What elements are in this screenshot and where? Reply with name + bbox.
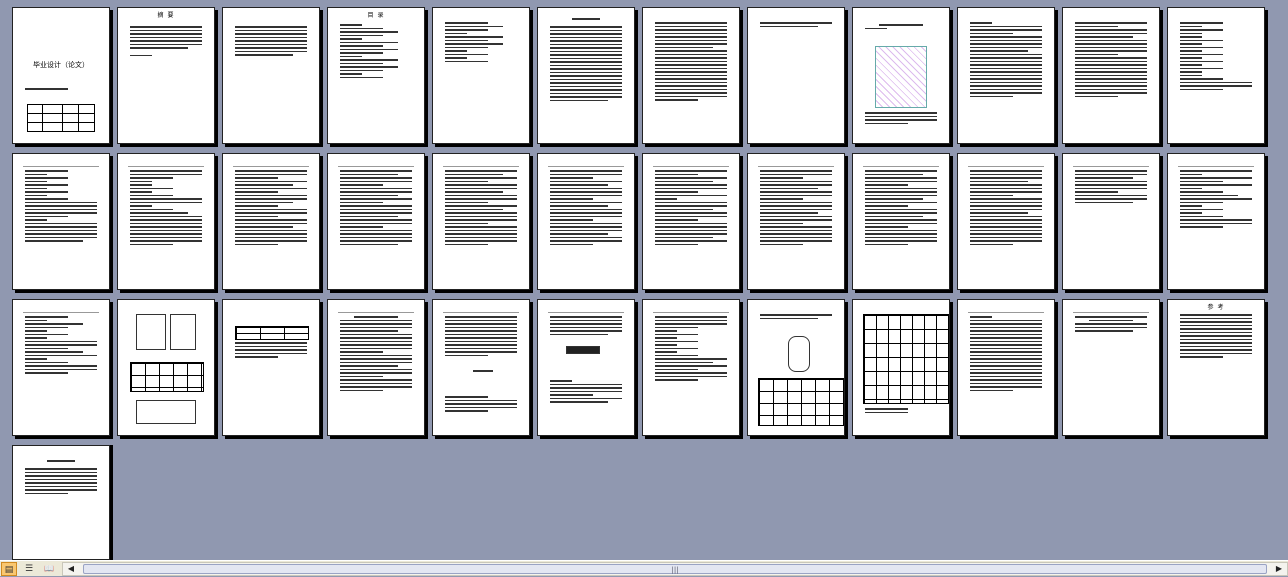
toc-title: 目 录 xyxy=(367,12,385,19)
page-thumbnail-37[interactable] xyxy=(12,445,110,560)
page-thumbnail-22[interactable] xyxy=(957,153,1055,290)
page-thumbnail-36[interactable]: 参 考 xyxy=(1167,299,1265,436)
normal-view-icon: ▤ xyxy=(4,565,14,575)
cover-title: 毕业设计（论文） xyxy=(33,61,89,69)
status-bar: ▤ ☰ 📖 ◀ ||| ▶ xyxy=(0,560,1288,576)
drawing-parts-table xyxy=(758,378,844,426)
scroll-right-button[interactable]: ▶ xyxy=(1271,563,1287,575)
page-thumbnail-14[interactable] xyxy=(117,153,215,290)
outline-view-button[interactable]: ☰ xyxy=(21,562,37,576)
page-thumbnail-4[interactable]: 目 录 xyxy=(327,7,425,144)
diagram-figure xyxy=(875,46,927,108)
page-thumbnail-34[interactable] xyxy=(957,299,1055,436)
page-thumbnail-31[interactable] xyxy=(642,299,740,436)
chevron-right-icon: ▶ xyxy=(1275,564,1283,573)
process-card-table xyxy=(863,314,949,404)
page-thumbnail-32[interactable] xyxy=(747,299,845,436)
page-thumbnail-25[interactable] xyxy=(12,299,110,436)
page-thumbnail-3[interactable] xyxy=(222,7,320,144)
abstract-title: 摘 要 xyxy=(157,12,175,19)
hydraulic-diagram-figure xyxy=(788,336,810,372)
horizontal-scrollbar[interactable]: ◀ ||| ▶ xyxy=(62,562,1288,576)
reading-view-icon: 📖 xyxy=(44,564,54,573)
page-thumbnail-6[interactable] xyxy=(537,7,635,144)
page-thumbnail-35[interactable] xyxy=(1062,299,1160,436)
page-thumbnail-23[interactable] xyxy=(1062,153,1160,290)
page-thumbnail-16[interactable] xyxy=(327,153,425,290)
mechanical-drawing-figure xyxy=(136,314,166,350)
page-thumbnail-29[interactable] xyxy=(432,299,530,436)
drawing-parts-table xyxy=(130,362,204,392)
reading-view-button[interactable]: 📖 xyxy=(41,562,57,576)
chevron-left-icon: ◀ xyxy=(67,564,75,573)
scrollbar-thumb[interactable]: ||| xyxy=(83,564,1267,574)
shaft-diagram-figure xyxy=(566,346,600,354)
page-thumbnail-13[interactable] xyxy=(12,153,110,290)
page-thumbnail-11[interactable] xyxy=(1062,7,1160,144)
scroll-left-button[interactable]: ◀ xyxy=(63,563,79,575)
mechanical-drawing-figure xyxy=(170,314,196,350)
cover-info-table xyxy=(27,104,95,132)
page-thumbnail-2[interactable]: 摘 要 xyxy=(117,7,215,144)
assembly-drawing-figure xyxy=(136,400,196,424)
page-thumbnail-30[interactable] xyxy=(537,299,635,436)
page-thumbnail-27[interactable] xyxy=(222,299,320,436)
outline-view-icon: ☰ xyxy=(24,564,34,574)
document-workspace[interactable]: 毕业设计（论文） 摘 要 目 录 参 考 xyxy=(0,0,1288,560)
page-thumbnail-9[interactable] xyxy=(852,7,950,144)
page-thumbnail-28[interactable] xyxy=(327,299,425,436)
page-thumbnail-8[interactable] xyxy=(747,7,845,144)
page-thumbnail-12[interactable] xyxy=(1167,7,1265,144)
normal-view-button[interactable]: ▤ xyxy=(1,562,17,576)
data-table xyxy=(235,326,309,340)
page-thumbnail-33[interactable] xyxy=(852,299,950,436)
page-thumbnail-1[interactable]: 毕业设计（论文） xyxy=(12,7,110,144)
page-thumbnail-21[interactable] xyxy=(852,153,950,290)
page-thumbnail-19[interactable] xyxy=(642,153,740,290)
beam-diagram-figure xyxy=(473,370,493,382)
references-title: 参 考 xyxy=(1207,304,1225,311)
page-thumbnail-24[interactable] xyxy=(1167,153,1265,290)
page-thumbnail-5[interactable] xyxy=(432,7,530,144)
page-thumbnail-15[interactable] xyxy=(222,153,320,290)
grip-icon: ||| xyxy=(671,566,679,574)
page-thumbnail-18[interactable] xyxy=(537,153,635,290)
page-thumbnail-10[interactable] xyxy=(957,7,1055,144)
page-thumbnail-17[interactable] xyxy=(432,153,530,290)
page-thumbnail-26[interactable] xyxy=(117,299,215,436)
page-thumbnail-20[interactable] xyxy=(747,153,845,290)
page-thumbnail-7[interactable] xyxy=(642,7,740,144)
